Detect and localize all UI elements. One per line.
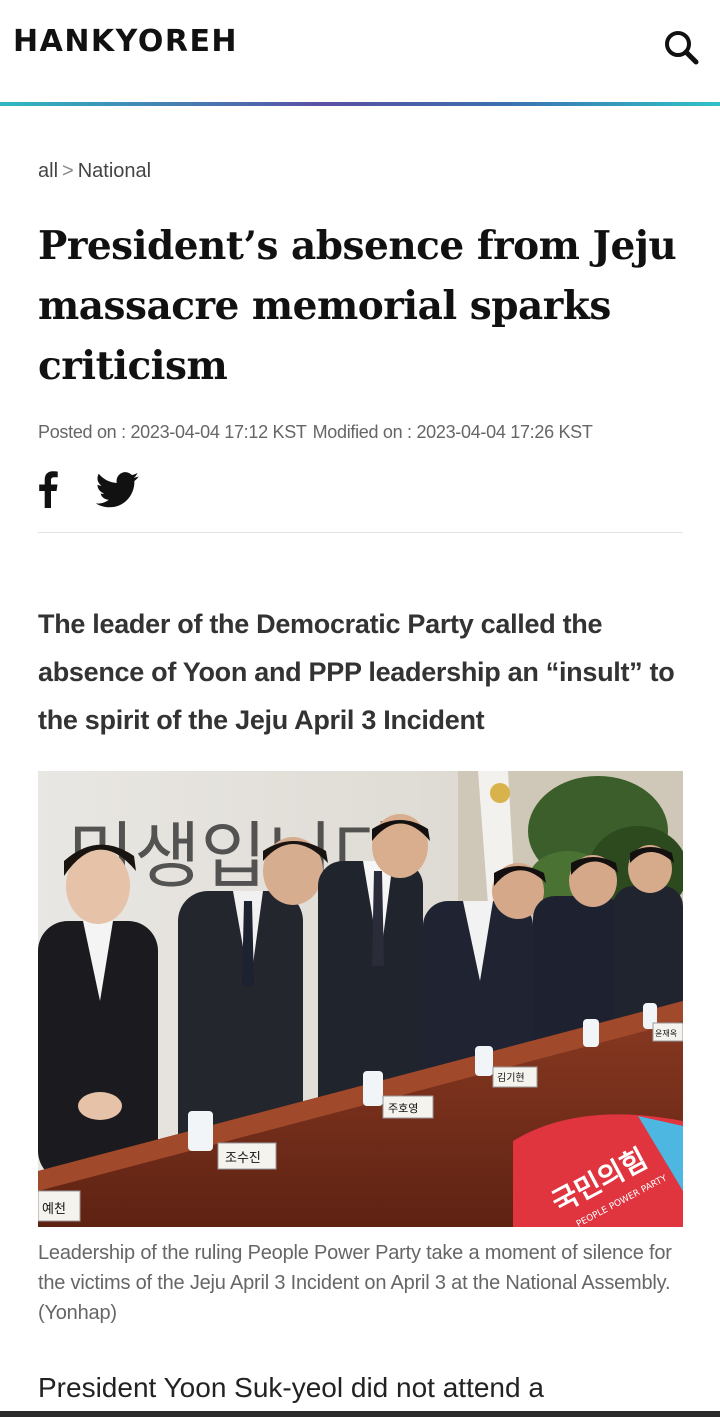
breadcrumb-all-link[interactable]: all [38, 160, 58, 182]
breadcrumb: all > National [38, 160, 151, 183]
name-card-1: 예천 [38, 1190, 81, 1222]
name-card-text: 조수진 [225, 1151, 261, 1166]
facebook-share-button[interactable] [38, 470, 58, 508]
header-accent-line [0, 102, 720, 106]
name-card-3: 주호영 [382, 1095, 434, 1119]
posted-date: Posted on : 2023-04-04 17:12 KST [38, 422, 307, 442]
section-divider [38, 532, 683, 533]
twitter-share-button[interactable] [95, 472, 140, 508]
name-card-5: 윤재옥 [652, 1022, 683, 1042]
breadcrumb-separator: > [62, 160, 74, 182]
search-button[interactable] [660, 26, 702, 68]
name-card-text: 윤재옥 [655, 1029, 677, 1038]
photo-caption: Leadership of the ruling People Power Pa… [38, 1242, 672, 1324]
search-icon [665, 31, 699, 65]
twitter-icon [95, 472, 139, 508]
bottom-bar [0, 1411, 720, 1417]
article-dates: Posted on : 2023-04-04 17:12 KST Modified… [38, 422, 593, 443]
name-card-4: 김기현 [492, 1066, 538, 1088]
name-card-text: 예천 [42, 1202, 66, 1217]
article-photo: 민생입니다 예천 조수진 주호영 김기현 윤재옥 국민의힘 PEOPLE POW… [38, 771, 683, 1227]
facebook-icon [39, 471, 58, 508]
party-podium: 국민의힘 PEOPLE POWER PARTY [513, 1114, 683, 1227]
site-header: HANKYOREH [0, 0, 720, 104]
photo-illustration: 민생입니다 예천 조수진 주호영 김기현 윤재옥 국민의힘 PEOPLE POW… [38, 771, 683, 1227]
site-logo[interactable]: HANKYOREH [13, 24, 238, 59]
name-card-text: 김기현 [497, 1072, 525, 1084]
name-card-text: 주호영 [388, 1102, 418, 1115]
modified-date: Modified on : 2023-04-04 17:26 KST [312, 422, 593, 442]
article-subtitle: The leader of the Democratic Party calle… [38, 609, 675, 735]
name-card-2: 조수진 [217, 1142, 277, 1170]
article-headline: President’s absence from Jeju massacre m… [38, 223, 677, 389]
breadcrumb-national-link[interactable]: National [78, 160, 151, 182]
article-body: President Yoon Suk-yeol did not attend a [38, 1372, 544, 1403]
